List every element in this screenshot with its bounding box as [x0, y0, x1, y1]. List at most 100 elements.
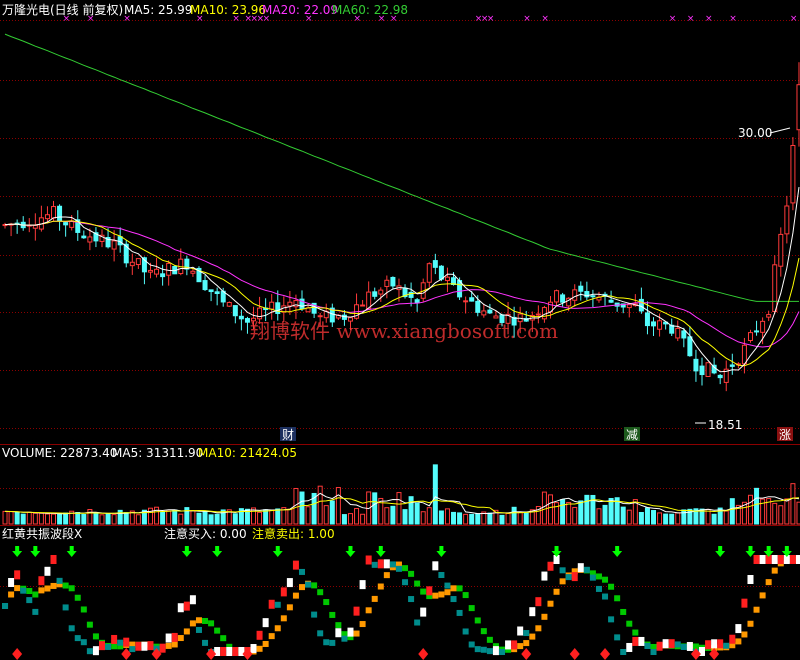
osc-fast-block	[74, 635, 81, 642]
osc-fast-block	[729, 634, 736, 644]
osc-fast-block	[723, 642, 730, 649]
candle-body	[754, 330, 760, 333]
osc-fast-block	[656, 641, 663, 651]
event-tag-reduce-text: 减	[626, 428, 638, 442]
volume-bar	[541, 491, 547, 525]
osc-slow-block	[753, 606, 760, 613]
osc-fast-block	[577, 563, 584, 573]
candle-body	[269, 301, 275, 310]
osc-fast-block	[311, 611, 318, 618]
osc-slow-block	[26, 588, 33, 595]
osc-fast-block	[499, 649, 505, 655]
volume-bar	[305, 506, 311, 525]
osc-fast-block	[450, 596, 457, 603]
candle-body	[499, 314, 505, 323]
volume-bar	[14, 511, 20, 525]
volume-bar	[93, 513, 99, 525]
osc-fast-block	[38, 576, 45, 586]
osc-slow-block	[299, 584, 305, 591]
osc-fast-block	[389, 561, 396, 568]
buy-signal-arrow	[66, 546, 77, 557]
candle-body	[214, 291, 220, 295]
osc-fast-block	[680, 643, 687, 650]
candle-body	[463, 300, 469, 303]
volume-bar	[172, 509, 178, 525]
osc-slow-block	[177, 635, 184, 642]
top-x-marker: ×	[687, 14, 695, 24]
volume-bar	[778, 505, 784, 525]
osc-slow-block	[311, 582, 318, 589]
candle-body	[147, 269, 153, 273]
osc-fast-block	[602, 593, 609, 600]
osc-slow-block	[486, 636, 493, 643]
event-tag-finance-text: 财	[282, 428, 294, 442]
volume-bar	[329, 500, 335, 525]
volume-bar	[572, 506, 578, 525]
top-x-marker: ×	[541, 14, 549, 24]
osc-fast-block	[753, 555, 760, 564]
osc-slow-block	[286, 604, 293, 611]
candle-body	[81, 235, 87, 239]
osc-fast-block	[86, 648, 93, 655]
osc-fast-block	[62, 604, 69, 611]
top-x-marker: ×	[790, 14, 798, 24]
buy-signal-arrow	[30, 546, 41, 557]
candle-body	[244, 318, 250, 323]
osc-slow-block	[371, 595, 378, 602]
osc-fast-block	[50, 555, 57, 564]
candle-body	[426, 263, 432, 283]
candle-body	[44, 214, 50, 220]
osc-slow-block	[632, 629, 639, 636]
ma10-label: MA10: 23.96	[190, 3, 266, 17]
osc-slow-block	[735, 638, 742, 645]
volume-bar	[723, 510, 729, 525]
osc-slow-block	[444, 589, 451, 596]
candle-body	[729, 364, 735, 367]
osc-slow-block	[256, 645, 263, 652]
osc-slow-block	[32, 591, 39, 598]
volume-bar	[166, 510, 172, 525]
buy-signal-arrow	[715, 546, 726, 557]
volume-bar	[323, 505, 329, 525]
osc-fast-block	[444, 582, 451, 589]
volume-bar	[657, 512, 663, 525]
candle-body	[293, 300, 299, 308]
volume-bar	[608, 497, 614, 525]
volume-bar	[81, 514, 87, 525]
buy-signal-arrow	[12, 546, 23, 557]
osc-fast-block	[177, 603, 184, 613]
volume-bar	[287, 508, 293, 525]
osc-slow-block	[432, 592, 439, 599]
osc-fast-block	[56, 577, 63, 584]
candle-body	[414, 299, 420, 304]
volume-bar	[111, 514, 117, 525]
osc-fast-block	[135, 641, 142, 651]
top-x-marker: ×	[669, 14, 677, 24]
osc-fast-block	[571, 572, 578, 582]
osc-slow-block	[268, 633, 275, 640]
volume-bar	[208, 514, 214, 525]
osc-fast-block	[789, 555, 796, 564]
osc-fast-block	[559, 567, 566, 574]
osc-slow-block	[456, 585, 463, 592]
osc-fast-block	[256, 630, 263, 640]
candle-body	[705, 362, 711, 378]
osc-fast-block	[268, 599, 275, 609]
osc-fast-block	[468, 641, 475, 648]
top-x-marker: ×	[523, 14, 531, 24]
volume-bar	[57, 513, 63, 525]
volume-ma5-label: MA5: 31311.90	[112, 446, 203, 460]
osc-slow-block	[38, 587, 45, 594]
volume-bar	[626, 509, 632, 525]
osc-fast-block	[523, 630, 530, 637]
osc-fast-block	[565, 574, 572, 581]
ma20-label: MA20: 22.09	[262, 3, 338, 17]
volume-bar	[2, 510, 8, 525]
buy-signal-arrow	[345, 546, 356, 557]
volume-bar	[178, 513, 184, 525]
osc-fast-block	[535, 597, 542, 607]
osc-slow-block	[280, 615, 287, 622]
osc-fast-block	[517, 626, 524, 636]
osc-slow-block	[438, 591, 445, 598]
candle-body	[590, 295, 596, 298]
